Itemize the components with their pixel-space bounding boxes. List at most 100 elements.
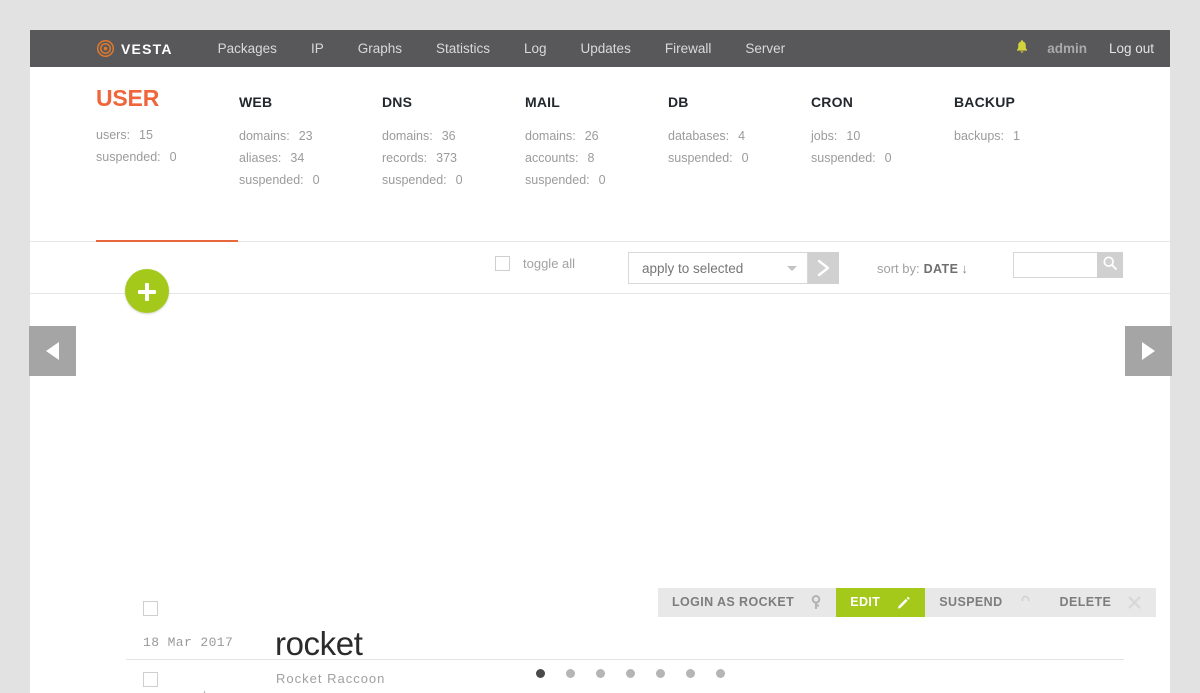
vesta-ring-icon: [96, 39, 115, 58]
stat-row: suspended: 0: [668, 151, 811, 165]
nav-right-group: admin Log out: [1015, 30, 1154, 67]
stat-key: jobs:: [811, 129, 838, 143]
stat-title-db: DB: [668, 94, 689, 110]
stat-key: domains:: [382, 129, 433, 143]
stat-key: domains:: [239, 129, 290, 143]
pagination-dot[interactable]: [565, 669, 575, 678]
suspend-label: SUSPEND: [939, 595, 1003, 609]
search-button[interactable]: [1097, 252, 1123, 278]
nav-item-packages[interactable]: Packages: [201, 30, 294, 67]
triangle-left-icon: [46, 342, 59, 360]
top-navigation-bar: VESTA Packages IP Graphs Statistics Log …: [30, 30, 1170, 67]
stat-column-mail[interactable]: MAIL domains: 26 accounts: 8 suspended: …: [525, 94, 668, 195]
stat-column-backup[interactable]: BACKUP backups: 1: [954, 94, 1097, 195]
stat-key: aliases:: [239, 151, 282, 165]
brand-logo[interactable]: VESTA: [96, 39, 173, 58]
stat-title-mail: MAIL: [525, 94, 561, 110]
nav-item-server[interactable]: Server: [728, 30, 802, 67]
nav-item-ip[interactable]: IP: [294, 30, 341, 67]
login-as-user-button[interactable]: LOGIN AS ROCKET: [658, 588, 837, 617]
stat-row: databases: 4: [668, 129, 811, 143]
stat-row: jobs: 10: [811, 129, 954, 143]
pagination-dot[interactable]: [535, 669, 545, 678]
stat-column-web[interactable]: WEB domains: 23 aliases: 34 suspended: 0: [239, 94, 382, 195]
nav-user-admin[interactable]: admin: [1047, 41, 1087, 56]
stat-column-db[interactable]: DB databases: 4 suspended: 0: [668, 94, 811, 195]
triangle-right-icon: [1142, 342, 1155, 360]
pencil-icon: [896, 595, 911, 610]
pagination-dot[interactable]: [595, 669, 605, 678]
stat-row: domains: 23: [239, 129, 382, 143]
toggle-all-group[interactable]: toggle all: [495, 256, 575, 271]
stat-row: records: 373: [382, 151, 525, 165]
stat-row: aliases: 34: [239, 151, 382, 165]
stat-title-backup: BACKUP: [954, 94, 1016, 110]
stat-key: users:: [96, 128, 131, 142]
stat-row: suspended: 0: [382, 173, 525, 187]
sort-by-control[interactable]: sort by: DATE ↓: [877, 261, 968, 276]
stat-key: suspended:: [668, 151, 733, 165]
nav-item-statistics[interactable]: Statistics: [419, 30, 507, 67]
stat-row: accounts: 8: [525, 151, 668, 165]
next-page-button[interactable]: [1125, 326, 1172, 376]
stat-value: 8: [587, 151, 595, 165]
stat-row: domains: 36: [382, 129, 525, 143]
record-date: 18 Mar 2017: [143, 635, 234, 650]
stat-key: records:: [382, 151, 428, 165]
stat-row: suspended: 0: [96, 150, 239, 164]
stat-key: databases:: [668, 129, 730, 143]
record-action-buttons: LOGIN AS ROCKET EDIT SUSPEND DELETE: [658, 588, 1157, 617]
nav-item-graphs[interactable]: Graphs: [341, 30, 419, 67]
stat-value: 0: [884, 151, 892, 165]
stat-column-user[interactable]: USER users: 15 suspended: 0: [96, 85, 239, 195]
stat-column-cron[interactable]: CRON jobs: 10 suspended: 0: [811, 94, 954, 195]
stat-row: users: 15: [96, 128, 239, 142]
stat-title-user: USER: [96, 85, 160, 111]
star-icon[interactable]: ★: [196, 687, 213, 693]
stat-value: 4: [738, 129, 746, 143]
search-input[interactable]: [1013, 252, 1097, 278]
prev-page-button[interactable]: [29, 326, 76, 376]
stat-key: suspended:: [525, 173, 590, 187]
stat-value: 373: [436, 151, 458, 165]
apply-to-selected-select[interactable]: apply to selected: [628, 252, 808, 284]
delete-label: DELETE: [1059, 595, 1112, 609]
stat-row: suspended: 0: [525, 173, 668, 187]
stat-row: suspended: 0: [811, 151, 954, 165]
stat-value: 10: [846, 129, 861, 143]
stat-value: 36: [441, 129, 456, 143]
pagination-dot[interactable]: [625, 669, 635, 678]
bell-icon[interactable]: [1015, 39, 1029, 59]
chevron-right-icon: [808, 252, 839, 284]
stat-column-dns[interactable]: DNS domains: 36 records: 373 suspended: …: [382, 94, 525, 195]
pagination-dot[interactable]: [655, 669, 665, 678]
edit-button[interactable]: EDIT: [836, 588, 926, 617]
list-toolbar: toggle all apply to selected sort by: DAT…: [30, 242, 1170, 294]
stat-row: domains: 26: [525, 129, 668, 143]
apply-go-button[interactable]: [808, 252, 839, 284]
toggle-all-label: toggle all: [523, 256, 576, 271]
add-user-button[interactable]: [125, 269, 169, 313]
nav-item-firewall[interactable]: Firewall: [648, 30, 729, 67]
pagination-dot[interactable]: [685, 669, 695, 678]
pagination-dot[interactable]: [715, 669, 725, 678]
record-select-checkbox[interactable]: [143, 601, 158, 616]
stat-value: 23: [298, 129, 313, 143]
suspend-button[interactable]: SUSPEND: [925, 588, 1046, 617]
page-root: VESTA Packages IP Graphs Statistics Log …: [0, 0, 1200, 693]
content-shell: VESTA Packages IP Graphs Statistics Log …: [30, 30, 1170, 693]
nav-item-log[interactable]: Log: [507, 30, 564, 67]
stat-value: 0: [312, 173, 320, 187]
brand-name: VESTA: [121, 40, 173, 57]
stat-value: 1: [1013, 129, 1020, 143]
toggle-all-checkbox[interactable]: [495, 256, 510, 271]
stat-value: 0: [598, 173, 606, 187]
stat-title-cron: CRON: [811, 94, 854, 110]
delete-button[interactable]: DELETE: [1045, 588, 1157, 617]
stat-value: 0: [741, 151, 749, 165]
search-icon: [1102, 255, 1118, 276]
stat-key: suspended:: [239, 173, 304, 187]
logout-link[interactable]: Log out: [1109, 41, 1154, 56]
stat-key: backups:: [954, 129, 1005, 143]
nav-item-updates[interactable]: Updates: [564, 30, 648, 67]
